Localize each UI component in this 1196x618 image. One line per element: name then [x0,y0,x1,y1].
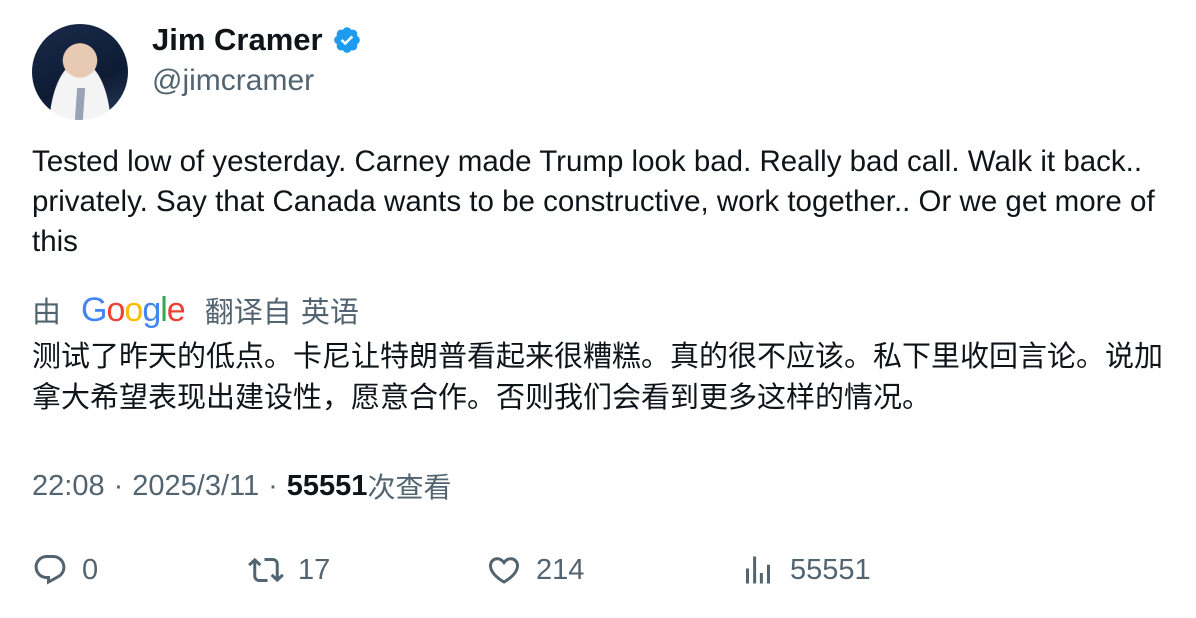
heart-icon [488,557,520,584]
meta-separator-2: · [268,469,278,502]
reply-icon [34,555,66,585]
google-logo: Google [81,290,186,329]
meta-separator: · [113,469,124,502]
reply-button[interactable]: 0 [32,552,98,588]
verified-badge-icon [333,27,360,53]
reply-count: 0 [82,553,99,586]
author-name[interactable]: Jim Cramer [152,22,362,58]
tweet-meta: 22:08 · 2025/3/11 · 55551 次查看 [32,466,451,506]
action-bar: 0 17 214 55551 [0,552,1196,592]
views-action-count: 55551 [790,553,871,586]
views-label: 次查看 [367,471,452,504]
translated-text: 测试了昨天的低点。卡尼让特朗普看起来很糟糕。真的很不应该。私下里收回言论。说加拿… [32,339,1164,414]
author-handle[interactable]: @jimcramer [152,64,314,98]
tweet-text: Tested low of yesterday. Carney made Tru… [32,145,1155,258]
avatar[interactable] [32,24,128,120]
tweet-date[interactable]: 2025/3/11 [132,470,259,503]
like-count: 214 [536,553,585,586]
retweet-icon [248,557,284,583]
analytics-icon [746,556,770,584]
retweet-count: 17 [298,553,331,586]
views-button[interactable]: 55551 [740,552,871,588]
translation-suffix: 翻译自 英语 [204,295,359,329]
translation-attribution: 由 Google 翻译自 英语 [32,289,359,331]
author-display-name[interactable]: Jim Cramer [152,22,323,58]
views-count: 55551 [286,469,368,502]
tweet-time[interactable]: 22:08 [32,470,105,503]
retweet-button[interactable]: 17 [248,552,330,588]
translation-prefix: 由 [32,295,62,329]
like-button[interactable]: 214 [486,552,584,588]
